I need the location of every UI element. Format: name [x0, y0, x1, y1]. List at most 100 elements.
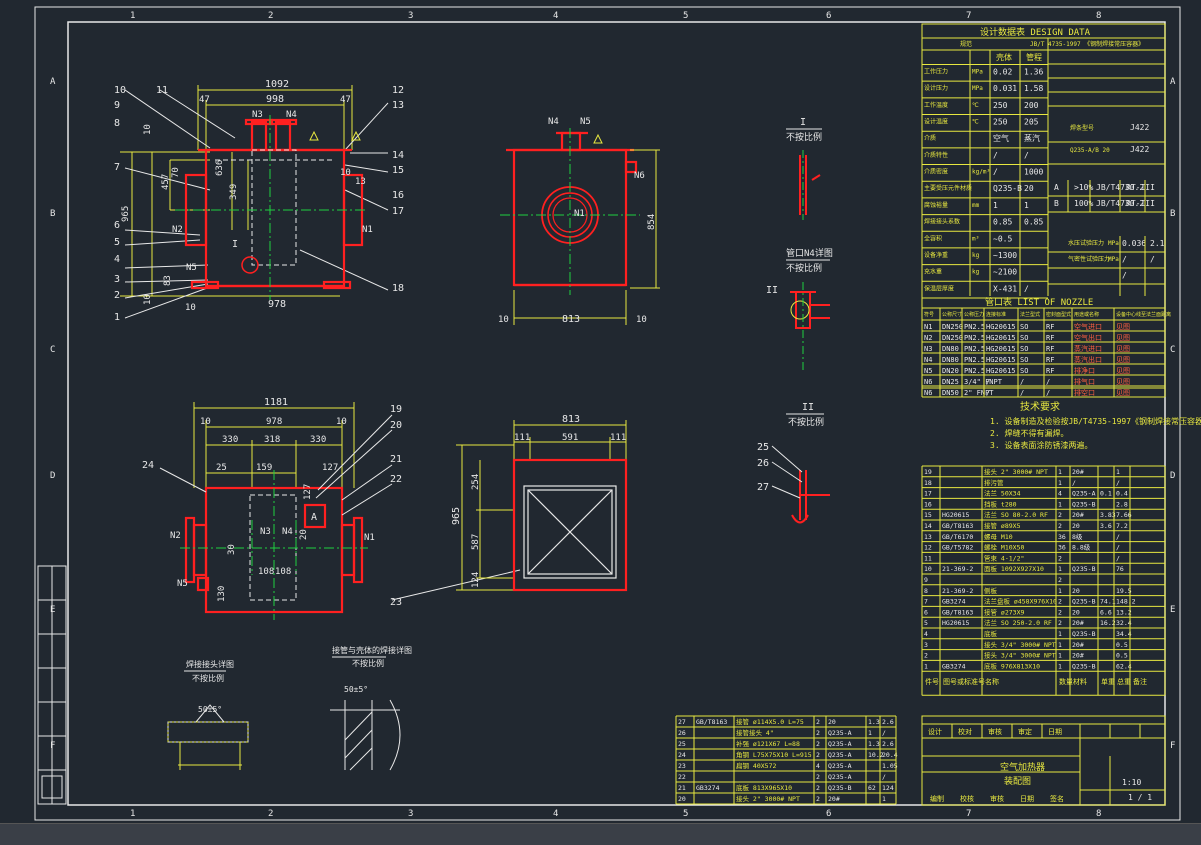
grid-row-left: F	[50, 741, 55, 751]
parts-header: 件号	[925, 677, 939, 686]
parts2-cell: Q235-A	[828, 729, 852, 737]
design-row-shell: ~1300	[993, 251, 1017, 260]
plan-dim-127-side: 127	[303, 484, 313, 500]
detail2-title: 管口N4详图	[786, 247, 833, 259]
ndt-cell: RT-III	[1126, 183, 1155, 192]
grid-col-top: 8	[1096, 11, 1101, 21]
parts2-cell: Q235-B	[828, 784, 852, 792]
parts-cell: 3.6	[1100, 522, 1112, 530]
parts-cell: 20	[1072, 587, 1080, 595]
nozzle-cell: 3/4" FNPT	[964, 378, 1003, 386]
test-row-value2: 2.1	[1150, 239, 1165, 248]
design-header-cell: 壳体	[996, 52, 1012, 62]
nozzle-cell: HG20615	[986, 323, 1016, 331]
parts2-cell: Q235-A	[828, 762, 852, 770]
parts2-cell: 扁钢 40X572	[736, 761, 776, 770]
parts-cell: 2	[1058, 576, 1062, 584]
detail-ii: II 不按比例 25 26 27	[757, 402, 830, 524]
nozzle-cell: 见图	[1116, 356, 1130, 364]
nozzle-cell: DN25	[942, 378, 959, 386]
parts-cell: 1	[1058, 500, 1062, 508]
title-row-label: 校对	[958, 727, 972, 736]
grid-row-left: A	[50, 77, 56, 87]
parts-cell: 21-369-2	[942, 587, 973, 595]
parts2-cell: 20.4	[882, 751, 898, 759]
test-row-value: 0.036	[1122, 239, 1146, 248]
bottom-dim-254: 254	[471, 474, 481, 490]
plan-dim-330-left: 330	[222, 435, 238, 445]
parts-cell: 20	[1072, 522, 1080, 530]
parts-cell: 2	[1058, 619, 1062, 627]
design-row-label: 全容积	[924, 234, 942, 242]
nozzle-cell: /	[1020, 378, 1024, 386]
parts2-cell: 62	[868, 784, 876, 792]
plan-leader-22: 22	[390, 474, 402, 485]
plan-dim-10-left: 10	[200, 417, 211, 427]
nozzle-cell: 见图	[1116, 378, 1130, 386]
parts2-cell: 接管 ø114X5.0 L=75	[736, 717, 804, 726]
design-row-label: 设备净重	[924, 251, 948, 259]
parts2-cell: GB3274	[696, 784, 720, 792]
title-row-label: 设计	[928, 727, 942, 736]
parts-cell: 18	[924, 479, 932, 487]
nozzle-cell: 排净口	[1074, 366, 1095, 375]
leader-14: 14	[392, 150, 404, 161]
design-row-unit: kg/m³	[972, 169, 990, 176]
parts-cell: 7.2	[1116, 522, 1128, 530]
side-dim-10-left: 10	[498, 315, 509, 325]
nozzle-cell: /	[986, 378, 990, 386]
tech-req-item-2: 2. 焊缝不得有漏焊。	[990, 428, 1068, 438]
parts-list-2: 27 GB/T8163 接管 ø114X5.0 L=75 2 20 1.3 2.626 接管接…	[675, 715, 898, 805]
parts-cell: 8.8级	[1072, 543, 1091, 552]
nozzle-cell: N4	[924, 356, 932, 364]
side-nozzle-n6: N6	[634, 171, 645, 181]
nozzle-cell: 空气进口	[1074, 322, 1102, 331]
side-nozzle-n1: N1	[574, 209, 585, 219]
nozzle-cell: /	[1020, 389, 1024, 397]
weld2-scale: 不按比例	[352, 658, 384, 668]
bottom-view: 813 111 591 111 965 254 587 124	[451, 414, 628, 592]
grid-col-top: 5	[683, 11, 688, 21]
design-row-tube: 1	[1024, 201, 1029, 210]
parts-cell: 14	[924, 522, 932, 530]
bottom-dim-111-left: 111	[514, 433, 530, 443]
design-row-shell: ~2100	[993, 268, 1017, 277]
plan-dim-978: 978	[266, 417, 282, 427]
plan-nozzle-n2: N2	[170, 531, 181, 541]
grid-col-top: 7	[966, 11, 971, 21]
design-row-shell: /	[993, 151, 998, 160]
parts-cell: 17	[924, 490, 932, 498]
plan-nozzle-n3: N3	[260, 527, 271, 537]
nozzle-cell: HG20615	[986, 334, 1016, 342]
parts2-cell: 补强 ø121X67 L=88	[736, 739, 800, 748]
grid-row-left: D	[50, 471, 55, 481]
parts2-cell: 接管接头 4"	[736, 728, 774, 737]
design-row-label: 主要受压元件材质	[924, 184, 972, 192]
parts2-cell: 2	[816, 718, 820, 726]
design-row-label: 介质特性	[924, 151, 948, 159]
nozzle-cell: HG20615	[986, 345, 1016, 353]
plan-dim-130: 130	[217, 586, 227, 602]
parts2-cell: 1.3	[868, 718, 880, 726]
parts-cell: 74.1	[1100, 598, 1116, 606]
parts2-cell: /	[882, 773, 886, 781]
detail-mark-i: I	[232, 239, 238, 250]
parts-cell: 13	[924, 533, 932, 541]
grid-col-top: 3	[408, 11, 413, 21]
parts-cell: 13.2	[1116, 608, 1132, 616]
parts-cell: 1	[1058, 468, 1062, 476]
parts-cell: 7	[924, 598, 928, 606]
design-row-shell: 0.85	[993, 218, 1012, 227]
parts-cell: 2.8	[1116, 500, 1128, 508]
detail1-scale: 不按比例	[786, 131, 822, 143]
parts-cell: 20#	[1072, 619, 1084, 627]
parts-cell: 16.2	[1100, 619, 1116, 627]
parts2-cell: 接头 2" 3000# NPT	[736, 794, 800, 803]
front-view: 1092 998 47 47 978 965 457 70 10 83 10 6…	[114, 79, 404, 323]
parts-cell: 20#	[1072, 641, 1084, 649]
grid-col-top: 4	[553, 11, 558, 21]
parts-cell: 12	[924, 544, 932, 552]
nozzle-cell: N6	[924, 378, 932, 386]
weld-detail-1: 焊接接头详图 不按比例 50±5°	[167, 659, 249, 770]
parts-cell: 1	[1058, 662, 1062, 670]
